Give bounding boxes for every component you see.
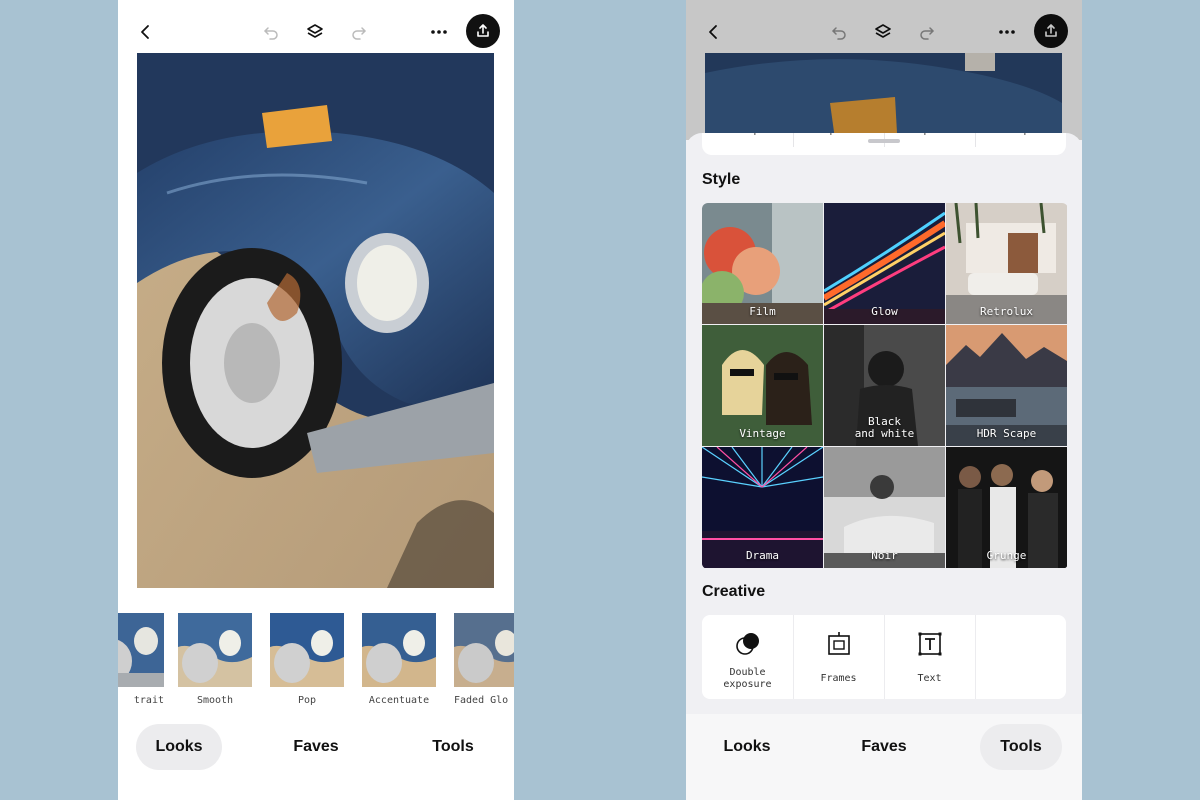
look-label: Accentuate — [368, 695, 430, 706]
look-thumbnail — [454, 613, 514, 687]
style-label: Noir — [871, 549, 898, 562]
top-toolbar — [118, 14, 514, 50]
style-label: Retrolux — [980, 305, 1033, 318]
looks-strip: trait Smooth Pop Accentuate Faded Glo — [118, 613, 514, 713]
back-icon[interactable] — [128, 14, 164, 50]
style-label: Vintage — [739, 427, 786, 440]
editor-screen-tools: Crop Perspective Expand Head pose Style … — [686, 0, 1082, 800]
editor-screen-looks: trait Smooth Pop Accentuate Faded Glo Lo… — [118, 0, 514, 800]
tool-label: Frames — [820, 673, 857, 684]
look-thumbnail — [270, 613, 344, 687]
tab-looks[interactable]: Looks — [704, 724, 790, 770]
tool-text[interactable]: Text — [884, 615, 975, 699]
dim-overlay — [686, 0, 1082, 140]
style-label: Film — [749, 305, 776, 318]
tool-label: Double exposure — [702, 667, 793, 691]
style-label: Glow — [871, 305, 898, 318]
tab-looks[interactable]: Looks — [136, 724, 222, 770]
tab-tools[interactable]: Tools — [980, 724, 1062, 770]
tab-tools[interactable]: Tools — [410, 724, 496, 770]
look-item[interactable]: trait — [118, 613, 164, 706]
look-thumbnail — [118, 613, 164, 687]
style-tile-film[interactable]: Film — [702, 203, 823, 324]
geometry-tools-row: Crop Perspective Expand Head pose — [702, 133, 1066, 155]
style-tile-black-and-white[interactable]: Black and white — [824, 325, 945, 446]
style-tile-vintage[interactable]: Vintage — [702, 325, 823, 446]
frames-icon — [828, 632, 850, 655]
look-item[interactable]: Pop — [270, 613, 344, 706]
style-tile-glow[interactable]: Glow — [824, 203, 945, 324]
style-label-line: and white — [854, 427, 915, 440]
layers-icon[interactable] — [297, 14, 333, 50]
double-exposure-icon — [736, 633, 759, 655]
car-photo — [137, 53, 494, 588]
look-thumbnail — [178, 613, 252, 687]
style-tile-retrolux[interactable]: Retrolux — [946, 203, 1067, 324]
bottom-tabs: Looks Faves Tools — [686, 714, 1082, 800]
tool-head-pose[interactable]: Head pose — [975, 133, 1066, 147]
tool-crop[interactable]: Crop — [702, 133, 793, 147]
divider — [975, 615, 976, 699]
bottom-tabs: Looks Faves Tools — [118, 724, 514, 772]
creative-tools-row: Double exposure Frames Text — [702, 615, 1066, 699]
look-item[interactable]: Faded Glo — [454, 613, 514, 706]
look-label: trait — [133, 695, 164, 706]
export-icon — [477, 24, 489, 37]
style-label: HDR Scape — [976, 427, 1037, 440]
section-title-creative: Creative — [702, 583, 766, 600]
look-label: Faded Glo — [454, 695, 509, 706]
text-icon — [918, 632, 942, 656]
photo-canvas[interactable] — [137, 53, 494, 588]
export-button[interactable] — [466, 14, 500, 48]
more-icon[interactable] — [421, 14, 457, 50]
style-label: Grunge — [986, 549, 1027, 562]
sheet-grabber[interactable] — [868, 139, 900, 143]
look-item[interactable]: Accentuate — [362, 613, 436, 706]
tools-sheet: Crop Perspective Expand Head pose Style … — [686, 133, 1082, 713]
section-title-style: Style — [702, 171, 741, 188]
redo-icon[interactable] — [341, 14, 377, 50]
style-label: Black and white — [824, 416, 945, 440]
tab-faves[interactable]: Faves — [273, 724, 359, 770]
tool-frames[interactable]: Frames — [793, 615, 884, 699]
tool-double-exposure[interactable]: Double exposure — [702, 615, 793, 699]
tool-label-line: exposure — [723, 679, 772, 690]
look-label: Smooth — [196, 695, 234, 706]
tab-faves[interactable]: Faves — [841, 724, 927, 770]
style-tile-drama[interactable]: Drama — [702, 447, 823, 568]
style-tile-grunge[interactable]: Grunge — [946, 447, 1067, 568]
look-label: Pop — [297, 695, 317, 706]
tool-label-line: Double — [729, 667, 766, 678]
undo-icon[interactable] — [253, 14, 289, 50]
style-tile-noir[interactable]: Noir — [824, 447, 945, 568]
look-item[interactable]: Smooth — [178, 613, 252, 706]
tool-label: Text — [917, 673, 942, 684]
style-label: Drama — [745, 549, 780, 562]
look-thumbnail — [362, 613, 436, 687]
style-tile-hdr-scape[interactable]: HDR Scape — [946, 325, 1067, 446]
style-grid: Film Glow Retrolux Vintage Black and whit… — [702, 203, 1068, 569]
